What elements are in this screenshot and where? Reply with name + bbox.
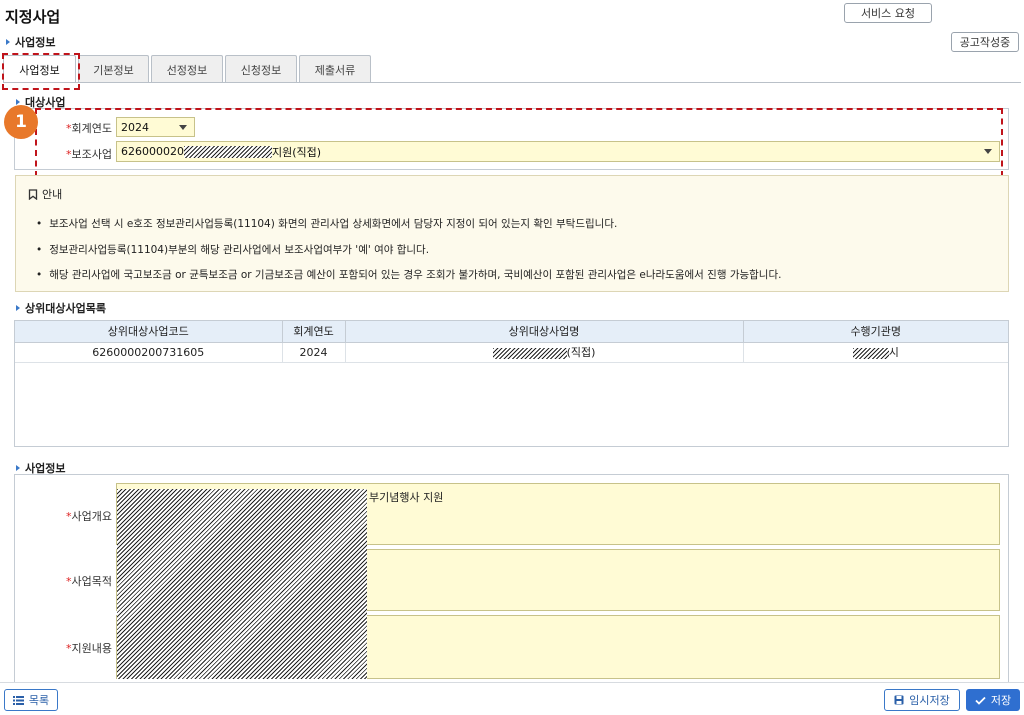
column-header[interactable]: 수행기관명: [743, 321, 1008, 343]
redacted-mask: [852, 347, 889, 359]
tab-submission-docs[interactable]: 제출서류: [299, 55, 371, 83]
list-button-label: 목록: [28, 694, 50, 707]
redacted-mask: [117, 489, 367, 679]
section-marker-icon: [16, 465, 20, 471]
temp-save-button[interactable]: 임시저장: [884, 689, 960, 711]
table-row[interactable]: 6260000200731605 2024 (직접) 시: [15, 342, 1008, 363]
save-button[interactable]: 저장: [966, 689, 1020, 711]
notice-panel: 안내 보조사업 선택 시 e호조 정보관리사업등록(11104) 화면의 관리사…: [15, 175, 1009, 292]
notice-item: 정보관리사업등록(11104)부분의 해당 관리사업에서 보조사업여부가 '예'…: [36, 242, 429, 257]
parent-list-grid: 상위대상사업코드 회계연도 상위대상사업명 수행기관명 626000020073…: [14, 320, 1009, 447]
section-business-info-title: 사업정보: [6, 34, 55, 50]
cell-code: 6260000200731605: [15, 342, 283, 363]
page-title: 지정사업: [5, 8, 61, 26]
notice-head: 안내: [28, 186, 62, 202]
tab-highlight-annotation: [2, 53, 80, 90]
check-icon: [975, 696, 986, 705]
temp-save-label: 임시저장: [909, 694, 950, 707]
grid-header-row: 상위대상사업코드 회계연도 상위대상사업명 수행기관명: [15, 321, 1008, 343]
target-highlight-annotation: [35, 108, 1003, 177]
cell-org: 시: [743, 342, 1008, 363]
column-header[interactable]: 상위대상사업명: [345, 321, 744, 343]
purpose-label: *사업목적: [66, 575, 112, 588]
notice-head-label: 안내: [42, 188, 63, 201]
tab-selection-info[interactable]: 선정정보: [151, 55, 223, 83]
tab-basic-info[interactable]: 기본정보: [78, 55, 149, 83]
tab-application-info[interactable]: 신청정보: [225, 55, 297, 83]
overview-label: *사업개요: [66, 510, 112, 523]
save-disk-icon: [894, 695, 904, 705]
cell-year: 2024: [282, 342, 346, 363]
parent-list-title: 상위대상사업목록: [16, 300, 106, 316]
list-icon: [12, 695, 24, 705]
list-button[interactable]: 목록: [4, 689, 58, 711]
support-label: *지원내용: [66, 642, 112, 655]
section-marker-icon: [6, 39, 10, 45]
step-badge: 1: [4, 105, 38, 139]
section-business-info-label: 사업정보: [15, 36, 56, 49]
tab-divider: [3, 82, 1021, 83]
redacted-mask: [492, 347, 567, 359]
save-button-label: 저장: [990, 694, 1012, 707]
status-announcement-button[interactable]: 공고작성중: [951, 32, 1019, 52]
notice-item: 해당 관리사업에 국고보조금 or 균특보조금 or 기금보조금 예산이 포함되…: [36, 267, 781, 282]
notice-item: 보조사업 선택 시 e호조 정보관리사업등록(11104) 화면의 관리사업 상…: [36, 216, 617, 231]
parent-list-label: 상위대상사업목록: [25, 302, 106, 315]
column-header[interactable]: 회계연도: [282, 321, 346, 343]
bookmark-icon: [28, 188, 38, 200]
column-header[interactable]: 상위대상사업코드: [15, 321, 283, 343]
bottom-action-bar: [0, 682, 1024, 715]
service-request-button[interactable]: 서비스 요청: [844, 3, 932, 23]
section-marker-icon: [16, 305, 20, 311]
overview-text: 부기념행사 지원: [369, 491, 444, 504]
cell-name: (직접): [345, 342, 744, 363]
